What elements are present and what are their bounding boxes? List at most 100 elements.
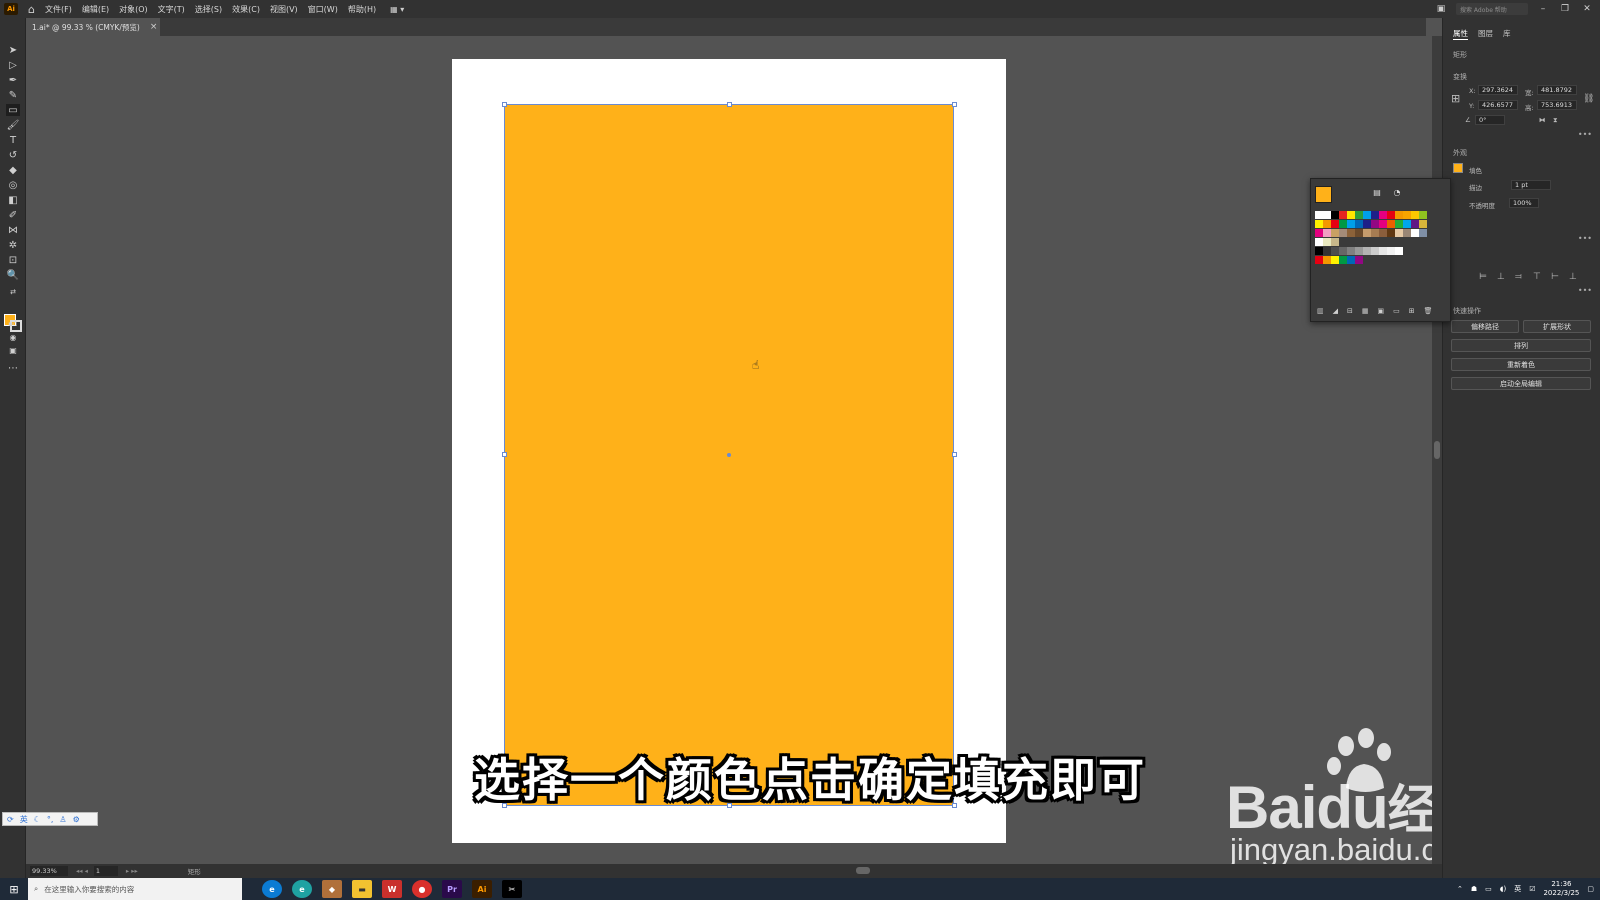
color-swatch[interactable] bbox=[1411, 211, 1419, 219]
color-swatch[interactable] bbox=[1411, 220, 1419, 228]
folder-icon[interactable]: ▭ bbox=[1393, 307, 1400, 315]
recolor-button[interactable]: 重新着色 bbox=[1451, 358, 1591, 371]
appearance-more-icon[interactable]: ••• bbox=[1578, 234, 1592, 243]
recorder-icon[interactable]: ● bbox=[412, 880, 432, 898]
color-swatch[interactable] bbox=[1315, 211, 1323, 219]
color-swatch[interactable] bbox=[1347, 247, 1355, 255]
color-swatch[interactable] bbox=[1371, 229, 1379, 237]
color-swatch[interactable] bbox=[1331, 220, 1339, 228]
color-swatch[interactable] bbox=[1387, 211, 1395, 219]
color-swatch[interactable] bbox=[1331, 247, 1339, 255]
color-swatch[interactable] bbox=[1347, 256, 1355, 264]
eraser-tool-icon[interactable]: ◆ bbox=[6, 164, 20, 176]
color-swatch[interactable] bbox=[1339, 256, 1347, 264]
color-swatch[interactable] bbox=[1403, 229, 1411, 237]
tab-libraries[interactable]: 库 bbox=[1503, 28, 1511, 40]
tab-properties[interactable]: 属性 bbox=[1453, 28, 1468, 40]
help-search-input[interactable]: 搜索 Adobe 帮助 bbox=[1456, 3, 1528, 15]
color-swatch[interactable] bbox=[1395, 220, 1403, 228]
handle-top-left[interactable] bbox=[502, 102, 507, 107]
illustrator-icon[interactable]: Ai bbox=[472, 880, 492, 898]
app-icon[interactable]: ◆ bbox=[322, 880, 342, 898]
file-explorer-icon[interactable]: ▬ bbox=[352, 880, 372, 898]
page-field[interactable]: 1 bbox=[93, 866, 118, 876]
color-swatch[interactable] bbox=[1403, 211, 1411, 219]
align-left-icon[interactable]: ⊨ bbox=[1479, 272, 1487, 282]
drawing-mode-icon[interactable]: ◉ bbox=[6, 331, 20, 343]
align-center-icon[interactable]: ⊥ bbox=[1497, 272, 1505, 282]
swatch-options-icon[interactable]: ⊟ bbox=[1347, 307, 1353, 315]
screen-mode-icon[interactable]: ▣ bbox=[6, 344, 20, 356]
float-moon-icon[interactable]: ☾ bbox=[34, 815, 41, 824]
home-icon[interactable]: ⌂ bbox=[28, 3, 35, 16]
ime-indicator[interactable]: 英 bbox=[1514, 884, 1521, 894]
menu-file[interactable]: 文件(F) bbox=[45, 4, 72, 15]
color-swatch[interactable] bbox=[1339, 247, 1347, 255]
h-field[interactable]: 753.6913 bbox=[1537, 100, 1577, 110]
artboard-tool-icon[interactable]: ⊡ bbox=[6, 254, 20, 266]
menu-view[interactable]: 视图(V) bbox=[270, 4, 298, 15]
align-middle-icon[interactable]: ⊢ bbox=[1551, 272, 1559, 282]
color-swatch[interactable] bbox=[1355, 247, 1363, 255]
pen-tool-icon[interactable]: ✒ bbox=[6, 74, 20, 86]
align-bottom-icon[interactable]: ⊥ bbox=[1569, 272, 1577, 282]
float-user-icon[interactable]: ♙ bbox=[59, 815, 66, 824]
color-swatch[interactable] bbox=[1371, 220, 1379, 228]
menu-edit[interactable]: 编辑(E) bbox=[82, 4, 109, 15]
wps-icon[interactable]: W bbox=[382, 880, 402, 898]
color-swatch[interactable] bbox=[1395, 211, 1403, 219]
color-swatch[interactable] bbox=[1315, 247, 1323, 255]
eyedropper-tool-icon[interactable]: ✐ bbox=[6, 209, 20, 221]
color-swatch[interactable] bbox=[1387, 247, 1395, 255]
zoom-field[interactable]: 99.33% bbox=[30, 866, 68, 876]
shape-builder-tool-icon[interactable]: ◎ bbox=[6, 179, 20, 191]
color-swatch[interactable] bbox=[1355, 211, 1363, 219]
color-swatch[interactable] bbox=[1363, 229, 1371, 237]
curvature-tool-icon[interactable]: ✎ bbox=[6, 89, 20, 101]
edge-dev-icon[interactable]: e bbox=[292, 880, 312, 898]
color-swatch[interactable] bbox=[1339, 220, 1347, 228]
color-swatch[interactable] bbox=[1339, 229, 1347, 237]
rectangle-tool-icon[interactable]: ▭ bbox=[6, 104, 20, 116]
color-mode-icon[interactable]: ▪▫ bbox=[6, 318, 20, 330]
transform-more-icon[interactable]: ••• bbox=[1578, 130, 1592, 139]
color-swatch[interactable] bbox=[1331, 238, 1339, 246]
vertical-scrollbar[interactable] bbox=[1432, 36, 1442, 864]
align-more-icon[interactable]: ••• bbox=[1578, 286, 1592, 295]
color-swatch[interactable] bbox=[1411, 229, 1419, 237]
color-swatch[interactable] bbox=[1371, 211, 1379, 219]
windows-start-icon[interactable]: ⊞ bbox=[0, 878, 28, 900]
symbol-sprayer-tool-icon[interactable]: ✲ bbox=[6, 239, 20, 251]
color-swatch[interactable] bbox=[1379, 220, 1387, 228]
reference-point-icon[interactable]: ⊞ bbox=[1451, 92, 1460, 105]
menu-object[interactable]: 对象(O) bbox=[119, 4, 148, 15]
color-swatch[interactable] bbox=[1419, 229, 1427, 237]
handle-middle-left[interactable] bbox=[502, 452, 507, 457]
color-swatch[interactable] bbox=[1355, 220, 1363, 228]
workspace-switcher-icon[interactable]: ▦ ▾ bbox=[390, 5, 404, 14]
color-swatch[interactable] bbox=[1379, 247, 1387, 255]
stroke-weight-field[interactable]: 1 pt bbox=[1511, 180, 1551, 190]
color-swatch[interactable] bbox=[1323, 211, 1331, 219]
color-swatch[interactable] bbox=[1315, 238, 1323, 246]
premiere-icon[interactable]: Pr bbox=[442, 880, 462, 898]
paintbrush-tool-icon[interactable]: 🖌 bbox=[6, 119, 20, 131]
swap-fill-stroke-icon[interactable]: ⇄ bbox=[6, 286, 20, 298]
swatch-library-menu-icon[interactable]: ▥ bbox=[1317, 307, 1324, 315]
color-swatch[interactable] bbox=[1355, 229, 1363, 237]
vertical-scroll-thumb[interactable] bbox=[1434, 441, 1440, 459]
menu-help[interactable]: 帮助(H) bbox=[348, 4, 376, 15]
edit-toolbar-icon[interactable]: ⋯ bbox=[6, 362, 20, 374]
color-mixer-icon[interactable]: ◔ bbox=[1391, 187, 1403, 197]
handle-top-center[interactable] bbox=[727, 102, 732, 107]
angle-field[interactable]: 0° bbox=[1475, 115, 1505, 125]
color-swatch[interactable] bbox=[1347, 220, 1355, 228]
color-swatch[interactable] bbox=[1379, 229, 1387, 237]
flip-horizontal-icon[interactable]: ⧓ bbox=[1539, 116, 1546, 124]
selection-tool-icon[interactable]: ➤ bbox=[6, 44, 20, 56]
handle-top-right[interactable] bbox=[952, 102, 957, 107]
menu-window[interactable]: 窗口(W) bbox=[308, 4, 338, 15]
color-swatch[interactable] bbox=[1323, 220, 1331, 228]
float-punct-icon[interactable]: °, bbox=[47, 815, 54, 824]
y-field[interactable]: 426.6577 bbox=[1478, 100, 1518, 110]
